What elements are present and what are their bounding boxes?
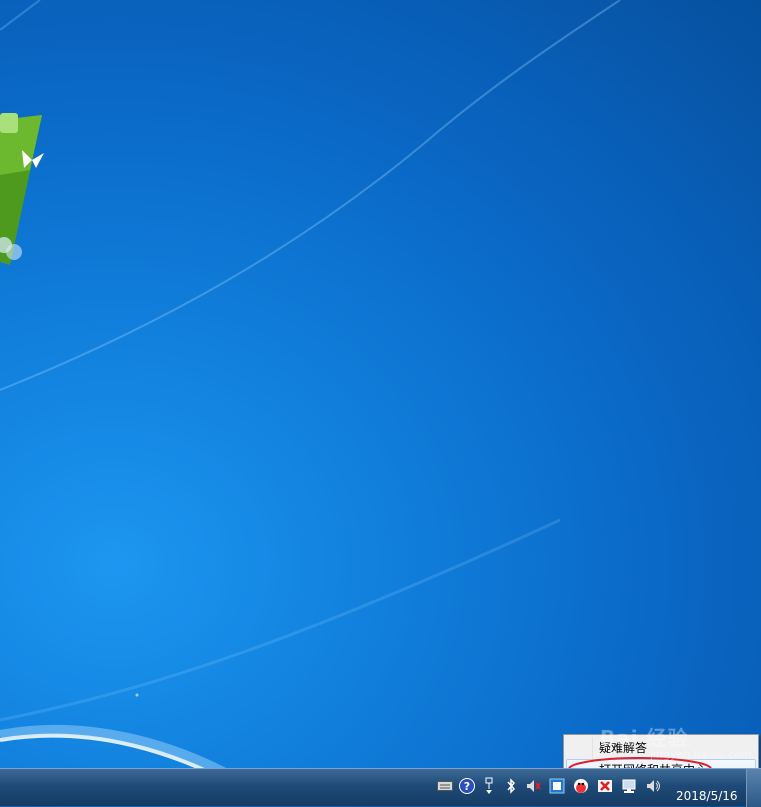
desktop[interactable] xyxy=(0,0,761,768)
volume-mute-icon[interactable] xyxy=(524,777,542,795)
antivirus-icon[interactable] xyxy=(596,777,614,795)
network-icon[interactable] xyxy=(620,777,638,795)
app-icon[interactable] xyxy=(548,777,566,795)
keyboard-icon[interactable] xyxy=(436,777,454,795)
menu-item-troubleshoot[interactable]: 疑难解答 xyxy=(566,737,756,759)
speaker-icon[interactable] xyxy=(644,777,662,795)
clock-date[interactable]: 2018/5/16 xyxy=(676,789,738,803)
mascot-icon[interactable] xyxy=(572,777,590,795)
bluetooth-icon[interactable] xyxy=(502,777,520,795)
taskbar: ? 2018/5/16 xyxy=(0,768,761,807)
wallpaper xyxy=(0,0,621,768)
help-icon[interactable]: ? xyxy=(458,777,476,795)
show-desktop-button[interactable] xyxy=(746,769,761,807)
svg-text:?: ? xyxy=(464,780,470,793)
usb-icon[interactable] xyxy=(480,777,498,795)
